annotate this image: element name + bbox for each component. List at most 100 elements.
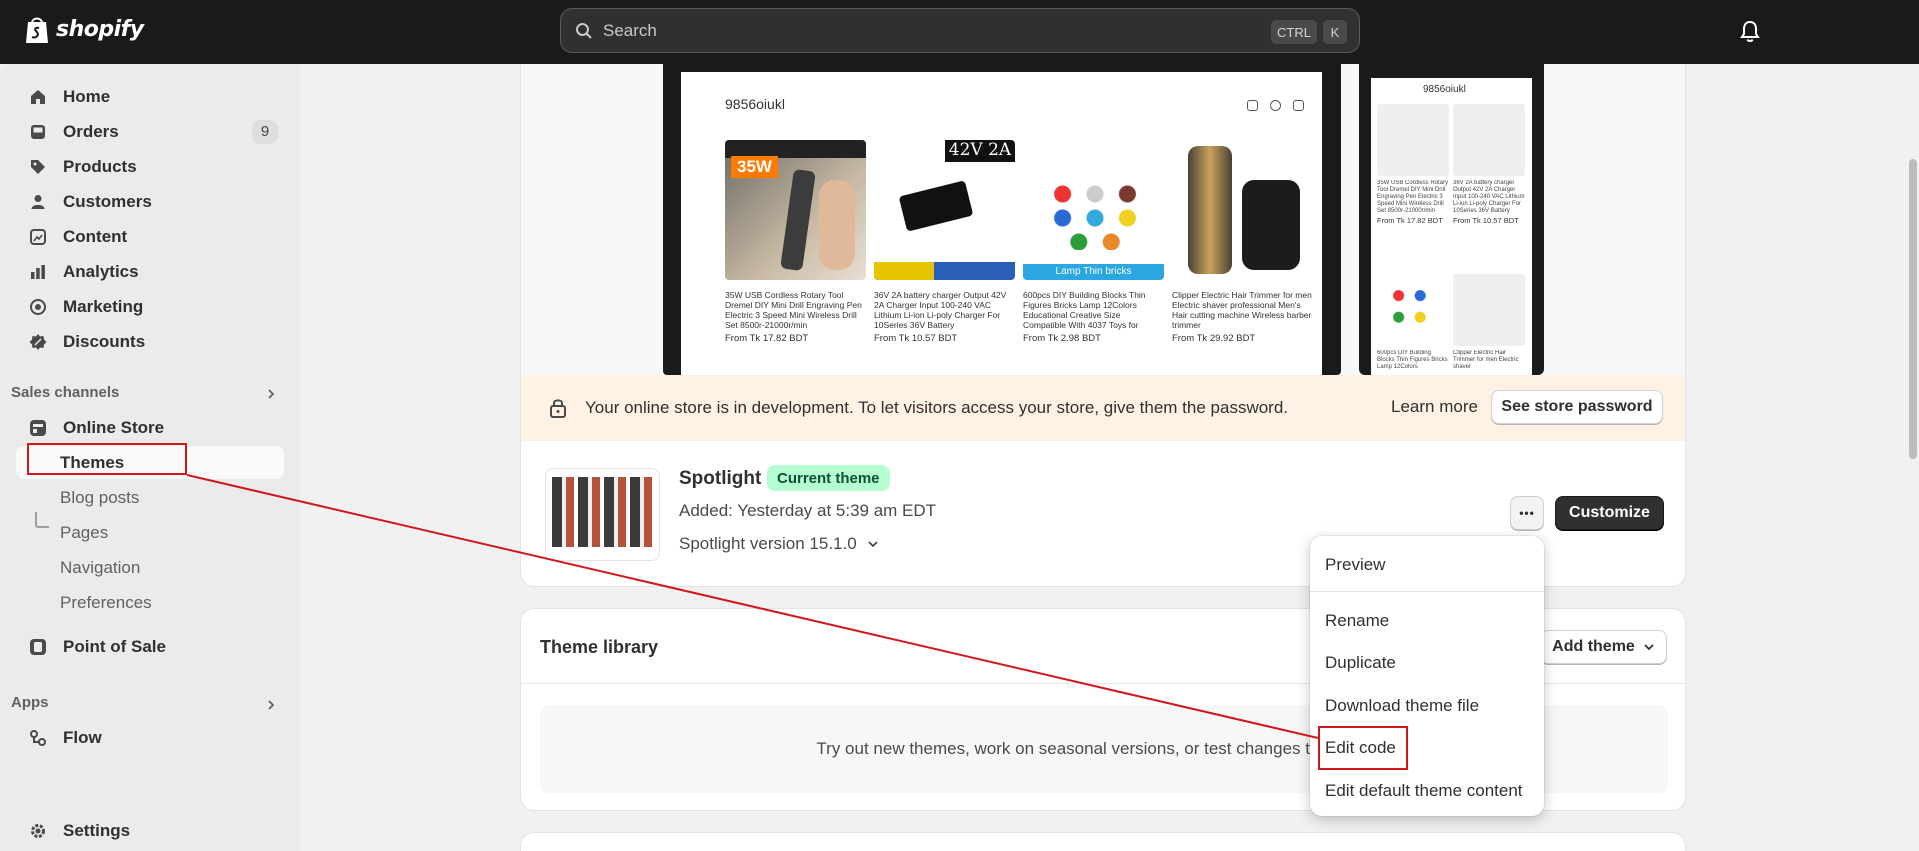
search-placeholder: Search bbox=[603, 20, 657, 40]
sidebar-item-blog-posts[interactable]: Blog posts bbox=[16, 481, 284, 514]
product-price: From Tk 17.82 BDT bbox=[725, 333, 809, 344]
sidebar-item-analytics[interactable]: Analytics bbox=[16, 255, 284, 288]
product-title: 600pcs DIY Building Blocks Thin Figures … bbox=[1377, 350, 1448, 370]
sidebar-item-label: Home bbox=[63, 86, 111, 106]
orders-icon bbox=[28, 122, 48, 142]
store-name: 9856oiukl bbox=[725, 96, 785, 112]
theme-thumbnail bbox=[545, 468, 660, 561]
sidebar-item-point-of-sale[interactable]: Point of Sale bbox=[16, 630, 284, 663]
menu-item-preview[interactable]: Preview bbox=[1325, 555, 1385, 575]
desktop-preview-frame: 9856oiukl 35W 35W USB Cordless Rotary To… bbox=[663, 64, 1341, 375]
product-card: 35W USB Cordless Rotary Tool Dremel DIY … bbox=[1377, 104, 1449, 225]
shopify-logo[interactable]: shopify bbox=[24, 14, 144, 44]
desktop-preview-screen: 9856oiukl 35W 35W USB Cordless Rotary To… bbox=[681, 72, 1322, 375]
product-title: 36V 2A battery charger Output 42V 2A Cha… bbox=[1453, 180, 1525, 214]
sidebar-item-navigation[interactable]: Navigation bbox=[16, 551, 284, 584]
sidebar-item-orders[interactable]: Orders 9 bbox=[16, 115, 284, 148]
product-image bbox=[1453, 104, 1525, 176]
search-input[interactable]: Search CTRL K bbox=[560, 8, 1360, 53]
sidebar-item-label: Products bbox=[63, 156, 137, 176]
add-theme-label: Add theme bbox=[1552, 638, 1635, 655]
scrollbar[interactable] bbox=[1906, 64, 1919, 851]
chevron-right-icon[interactable] bbox=[264, 387, 278, 401]
scrollbar-thumb[interactable] bbox=[1909, 159, 1917, 459]
customize-button[interactable]: Customize bbox=[1555, 496, 1664, 530]
product-title: 36V 2A battery charger Output 42V 2A Cha… bbox=[874, 290, 1007, 330]
cart-icon bbox=[1293, 100, 1304, 111]
menu-item-edit-default-theme-content[interactable]: Edit default theme content bbox=[1325, 781, 1523, 801]
product-image-badge: 42V 2A bbox=[945, 140, 1015, 162]
sidebar-item-customers[interactable]: Customers bbox=[16, 185, 284, 218]
sidebar-item-content[interactable]: Content bbox=[16, 220, 284, 253]
sidebar-item-label: Customers bbox=[63, 191, 152, 211]
store-icon bbox=[28, 418, 48, 438]
product-price: From Tk 10.57 BDT bbox=[1453, 216, 1519, 225]
product-image-badge: Lamp Thin bricks bbox=[1023, 264, 1164, 280]
theme-version-select[interactable]: Spotlight version 15.1.0 bbox=[679, 534, 879, 554]
next-card bbox=[520, 832, 1686, 851]
sidebar-item-marketing[interactable]: Marketing bbox=[16, 290, 284, 323]
sidebar-item-settings[interactable]: Settings bbox=[16, 814, 284, 847]
sales-channels-heading[interactable]: Sales channels bbox=[11, 384, 119, 401]
sidebar-item-flow[interactable]: Flow bbox=[16, 721, 284, 754]
theme-preview[interactable]: 9856oiukl 35W 35W USB Cordless Rotary To… bbox=[521, 64, 1685, 375]
menu-item-download-theme-file[interactable]: Download theme file bbox=[1325, 696, 1479, 716]
sidebar-item-products[interactable]: Products bbox=[16, 150, 284, 183]
ellipsis-icon: ••• bbox=[1519, 506, 1535, 520]
product-card: 42V 2A 36V 2A battery charger Output 42V… bbox=[874, 140, 1015, 344]
product-image: 42V 2A bbox=[874, 140, 1015, 280]
sidebar-item-label: Flow bbox=[63, 727, 102, 747]
product-card: 36V 2A battery charger Output 42V 2A Cha… bbox=[1453, 104, 1525, 225]
store-header-icons bbox=[1247, 100, 1304, 111]
see-store-password-button[interactable]: See store password bbox=[1491, 390, 1663, 424]
sidebar-item-label: Marketing bbox=[63, 296, 144, 316]
sidebar-item-label: Online Store bbox=[63, 417, 165, 437]
annotation-highlight-themes bbox=[27, 443, 187, 475]
theme-added-date: Added: Yesterday at 5:39 am EDT bbox=[679, 501, 937, 520]
chevron-right-icon[interactable] bbox=[264, 698, 278, 712]
add-theme-button[interactable]: Add theme bbox=[1540, 630, 1667, 664]
sidebar-item-pages[interactable]: Pages bbox=[16, 516, 284, 549]
product-price: From Tk 29.92 BDT bbox=[1172, 333, 1256, 344]
sidebar-item-home[interactable]: Home bbox=[16, 80, 284, 113]
product-image bbox=[1377, 274, 1449, 346]
sidebar-item-label: Content bbox=[63, 226, 128, 246]
banner-message: Your online store is in development. To … bbox=[585, 398, 1289, 417]
sidebar-item-discounts[interactable]: Discounts bbox=[16, 325, 284, 358]
product-price: From Tk 10.57 BDT bbox=[874, 333, 958, 344]
sidebar-item-preferences[interactable]: Preferences bbox=[16, 586, 284, 619]
sidebar-item-label: Blog posts bbox=[60, 487, 140, 507]
shortcut-k: K bbox=[1323, 20, 1347, 44]
product-card: 35W 35W USB Cordless Rotary Tool Dremel … bbox=[725, 140, 866, 344]
shopify-bag-icon bbox=[26, 17, 48, 43]
chevron-down-icon bbox=[1644, 644, 1654, 651]
store-name: 9856oiukl bbox=[1423, 84, 1466, 95]
current-theme-badge: Current theme bbox=[767, 465, 890, 491]
menu-item-duplicate[interactable]: Duplicate bbox=[1325, 653, 1396, 673]
product-card: Clipper Electric Hair Trimmer for men El… bbox=[1453, 274, 1525, 375]
top-bar: shopify Search CTRL K bbox=[0, 0, 1919, 64]
product-price: From Tk 17.82 BDT bbox=[1377, 216, 1443, 225]
empty-state-text: Try out new themes, work on seasonal ver… bbox=[816, 739, 1352, 758]
apps-heading[interactable]: Apps bbox=[11, 694, 49, 711]
notification-bell-icon[interactable] bbox=[1739, 19, 1761, 43]
mobile-preview-screen: 9856oiukl 35W USB Cordless Rotary Tool D… bbox=[1371, 78, 1532, 375]
learn-more-link[interactable]: Learn more bbox=[1391, 397, 1478, 417]
search-icon bbox=[1247, 100, 1258, 111]
product-image: 35W bbox=[725, 140, 866, 280]
divider bbox=[1310, 591, 1544, 592]
target-icon bbox=[28, 297, 48, 317]
menu-item-rename[interactable]: Rename bbox=[1325, 611, 1389, 631]
more-actions-button[interactable]: ••• bbox=[1510, 496, 1544, 530]
product-title: 35W USB Cordless Rotary Tool Dremel DIY … bbox=[725, 290, 862, 330]
sidebar-item-label: Pages bbox=[60, 522, 109, 542]
sidebar-item-label: Point of Sale bbox=[63, 636, 166, 656]
sidebar-item-label: Analytics bbox=[63, 261, 139, 281]
shortcut-ctrl: CTRL bbox=[1271, 20, 1317, 44]
product-title: 35W USB Cordless Rotary Tool Dremel DIY … bbox=[1377, 180, 1449, 214]
development-banner: Your online store is in development. To … bbox=[521, 375, 1685, 441]
product-image-badge: 35W bbox=[731, 156, 778, 178]
discount-icon bbox=[28, 332, 48, 352]
sidebar-item-online-store[interactable]: Online Store bbox=[16, 411, 284, 444]
gear-icon bbox=[28, 821, 48, 841]
